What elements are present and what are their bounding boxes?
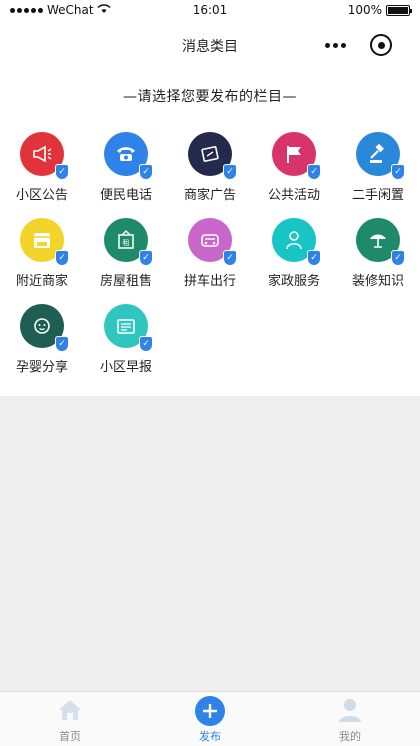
- user-icon: [338, 698, 362, 722]
- category-item[interactable]: ✓ 家政服务: [252, 212, 336, 298]
- battery-icon: [386, 4, 412, 16]
- tab-publish[interactable]: 发布: [140, 692, 280, 746]
- status-bar: WeChat 16:01 100%: [0, 0, 420, 22]
- tab-mine[interactable]: 我的: [280, 692, 420, 746]
- category-label: 装修知识: [351, 274, 404, 289]
- verified-badge-icon: ✓: [55, 250, 69, 266]
- category-label: 便民电话: [99, 188, 152, 203]
- category-item[interactable]: ✓ 便民电话: [84, 126, 168, 212]
- category-item[interactable]: ✓ 小区早报: [84, 298, 168, 384]
- page-title: 消息类目: [182, 39, 238, 55]
- home-icon: [58, 698, 82, 722]
- category-item[interactable]: ✓ 附近商家: [0, 212, 84, 298]
- category-label: 家政服务: [267, 274, 320, 289]
- category-label: 商家广告: [183, 188, 236, 203]
- verified-badge-icon: ✓: [307, 250, 321, 266]
- tab-bar: 首页 发布 我的: [0, 691, 420, 746]
- category-label: 二手闲置: [351, 188, 404, 203]
- category-label: 小区公告: [15, 188, 68, 203]
- category-panel: —请选择您要发布的栏目— ✓ 小区公告 ✓ 便民电话 ✓ 商家广告 ✓ 公共活动 ✓ 二手闲置 ✓ 附…: [0, 68, 420, 396]
- verified-badge-icon: ✓: [391, 164, 405, 180]
- nav-bar: 消息类目: [0, 22, 420, 68]
- verified-badge-icon: ✓: [223, 164, 237, 180]
- close-miniprogram-icon[interactable]: [370, 34, 392, 56]
- verified-badge-icon: ✓: [223, 250, 237, 266]
- verified-badge-icon: ✓: [307, 164, 321, 180]
- category-prompt: —请选择您要发布的栏目—: [123, 89, 297, 105]
- category-item[interactable]: ✓ 公共活动: [252, 126, 336, 212]
- tab-home-label: 首页: [59, 730, 81, 743]
- more-icon[interactable]: [320, 35, 350, 55]
- category-label: 房屋租售: [99, 274, 152, 289]
- verified-badge-icon: ✓: [139, 250, 153, 266]
- category-label: 附近商家: [15, 274, 68, 289]
- verified-badge-icon: ✓: [391, 250, 405, 266]
- verified-badge-icon: ✓: [55, 336, 69, 352]
- category-item[interactable]: ✓ 拼车出行: [168, 212, 252, 298]
- status-right: 100%: [347, 3, 412, 17]
- category-label: 孕婴分享: [15, 360, 68, 375]
- category-item[interactable]: 租 ✓ 房屋租售: [84, 212, 168, 298]
- battery-percent: 100%: [347, 3, 382, 17]
- category-item[interactable]: ✓ 小区公告: [0, 126, 84, 212]
- svg-text:租: 租: [123, 239, 130, 247]
- tab-mine-label: 我的: [339, 730, 361, 743]
- category-item[interactable]: ✓ 装修知识: [336, 212, 420, 298]
- category-label: 小区早报: [99, 360, 152, 375]
- verified-badge-icon: ✓: [139, 164, 153, 180]
- category-label: 公共活动: [267, 188, 320, 203]
- category-item[interactable]: ✓ 商家广告: [168, 126, 252, 212]
- tab-publish-label: 发布: [199, 730, 221, 743]
- plus-circle-icon: [195, 696, 225, 726]
- category-item[interactable]: ✓ 孕婴分享: [0, 298, 84, 384]
- verified-badge-icon: ✓: [139, 336, 153, 352]
- verified-badge-icon: ✓: [55, 164, 69, 180]
- category-label: 拼车出行: [183, 274, 236, 289]
- tab-home[interactable]: 首页: [0, 692, 140, 746]
- category-item[interactable]: ✓ 二手闲置: [336, 126, 420, 212]
